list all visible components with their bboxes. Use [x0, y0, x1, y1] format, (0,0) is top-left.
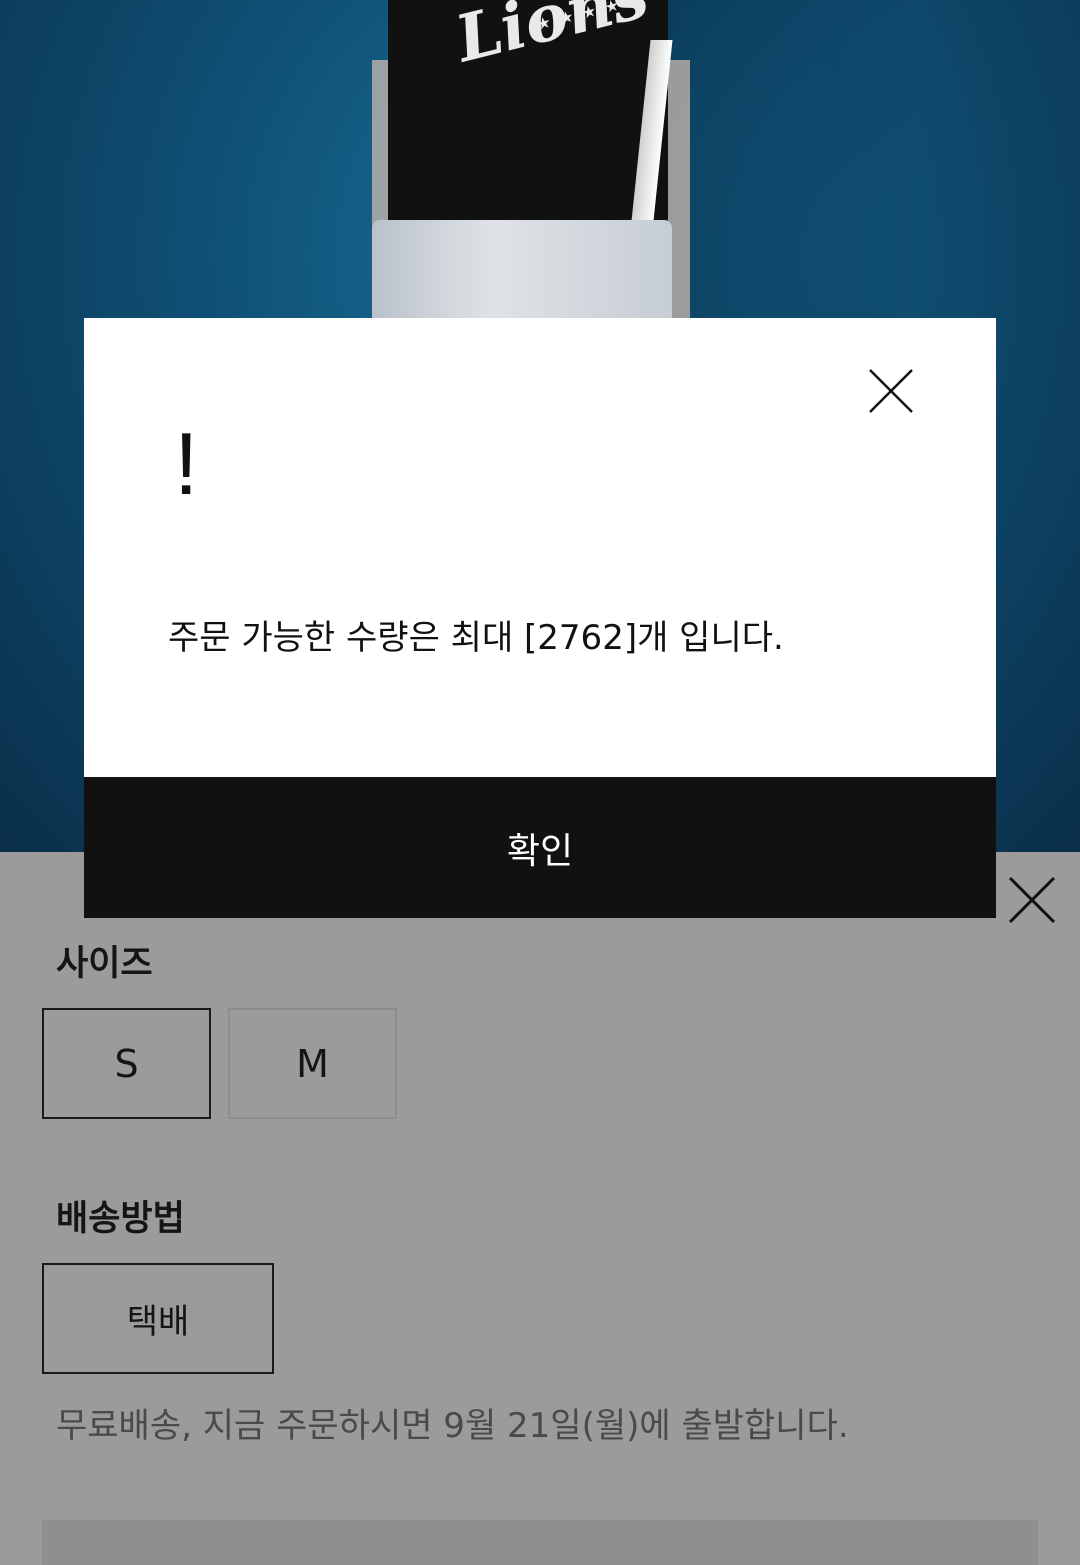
size-option-label: M — [296, 1041, 329, 1086]
size-option-m[interactable]: M — [228, 1008, 397, 1119]
alert-icon: ! — [174, 414, 199, 513]
confirm-button[interactable]: 확인 — [84, 777, 996, 918]
close-icon[interactable] — [1004, 872, 1060, 928]
modal-body: ! 주문 가능한 수량은 최대 [2762]개 입니다. — [84, 318, 996, 777]
shipping-option-label: 택배 — [126, 1302, 190, 1342]
alert-modal: ! 주문 가능한 수량은 최대 [2762]개 입니다. 확인 — [84, 318, 996, 918]
size-option-label: S — [114, 1041, 139, 1086]
shipping-note: 무료배송, 지금 주문하시면 9월 21일(월)에 출발합니다. — [56, 1406, 849, 1446]
shipping-option-parcel[interactable]: 택배 — [42, 1263, 274, 1374]
alert-message: 주문 가능한 수량은 최대 [2762]개 입니다. — [168, 618, 784, 658]
shipping-title: 배송방법 — [56, 1199, 185, 1239]
quantity-panel — [42, 1520, 1038, 1565]
size-option-s[interactable]: S — [42, 1008, 211, 1119]
close-icon[interactable] — [866, 366, 916, 416]
size-title: 사이즈 — [56, 944, 153, 984]
